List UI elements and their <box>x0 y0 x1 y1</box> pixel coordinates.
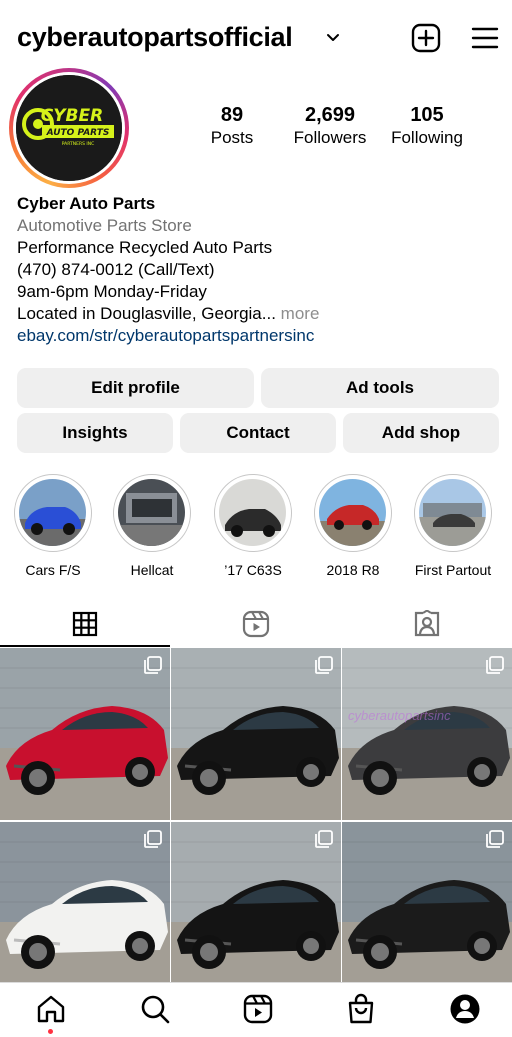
profile-bio: Cyber Auto Parts Automotive Parts Store … <box>17 193 497 347</box>
story-ring[interactable]: CYBER AUTO PARTS PARTNERS INC <box>9 68 129 188</box>
notification-dot <box>48 1029 53 1034</box>
tab-tagged[interactable] <box>342 600 512 647</box>
logo-text-main: CYBER <box>41 106 103 126</box>
tab-reels[interactable] <box>171 600 341 647</box>
carousel-icon <box>486 830 504 848</box>
stat-posts-value: 89 <box>220 104 244 126</box>
post-thumbnail[interactable] <box>171 648 341 820</box>
highlight-label: First Partout <box>414 562 492 578</box>
highlight-first-partout[interactable]: First Partout <box>403 474 503 578</box>
reels-icon[interactable] <box>242 993 274 1025</box>
highlight-thumbnail <box>319 479 386 546</box>
bio-line: Located in Douglasville, Georgia... <box>17 304 276 323</box>
stat-following-value: 105 <box>410 104 444 126</box>
highlight-thumbnail <box>419 479 486 546</box>
highlight-label: ’17 C63S <box>224 562 282 578</box>
stat-following-label: Following <box>391 128 463 147</box>
add-shop-button[interactable]: Add shop <box>343 413 499 453</box>
search-icon[interactable] <box>139 993 171 1025</box>
stat-followers[interactable]: 2,699 Followers <box>280 103 380 149</box>
bio-line: Performance Recycled Auto Parts <box>17 238 273 257</box>
watermark-text: cyberautopartsinc <box>348 708 451 723</box>
post-thumbnail[interactable] <box>0 648 170 820</box>
highlight-hellcat[interactable]: Hellcat <box>102 474 202 578</box>
contact-button[interactable]: Contact <box>180 413 336 453</box>
edit-profile-button[interactable]: Edit profile <box>17 368 254 408</box>
insights-button[interactable]: Insights <box>17 413 173 453</box>
post-thumbnail[interactable] <box>171 822 341 994</box>
highlight-thumbnail <box>118 479 185 546</box>
highlight-cars-fs[interactable]: Cars F/S <box>3 474 103 578</box>
highlight-label: 2018 R8 <box>326 562 380 578</box>
carousel-icon <box>144 830 162 848</box>
more-link[interactable]: more <box>281 304 320 323</box>
stat-following[interactable]: 105 Following <box>377 103 477 149</box>
carousel-icon <box>315 830 333 848</box>
avatar: CYBER AUTO PARTS PARTNERS INC <box>16 75 122 181</box>
carousel-icon <box>144 656 162 674</box>
bottom-navigation <box>0 982 512 1037</box>
logo-text-small: PARTNERS INC <box>62 141 95 147</box>
grid-icon <box>72 611 98 636</box>
active-tab-indicator <box>0 645 170 647</box>
shop-icon[interactable] <box>345 993 377 1025</box>
highlight-thumbnail <box>19 479 86 546</box>
tab-posts-grid[interactable] <box>0 600 170 647</box>
create-post-icon[interactable] <box>411 23 441 53</box>
profile-icon[interactable] <box>449 993 481 1025</box>
reels-icon <box>242 610 270 637</box>
account-username[interactable]: cyberautopartsofficial <box>17 22 293 53</box>
post-thumbnail[interactable]: cyberautopartsinc <box>342 648 512 820</box>
profile-link[interactable]: ebay.com/str/cyberautopartspartnersinc <box>17 325 497 347</box>
profile-name: Cyber Auto Parts <box>17 194 156 213</box>
carousel-icon <box>486 656 504 674</box>
tagged-icon <box>414 609 440 636</box>
highlight-c63s[interactable]: ’17 C63S <box>203 474 303 578</box>
home-icon[interactable] <box>35 993 67 1025</box>
menu-icon[interactable] <box>471 26 499 50</box>
stat-followers-label: Followers <box>293 128 367 147</box>
highlight-r8[interactable]: 2018 R8 <box>303 474 403 578</box>
chevron-down-icon[interactable] <box>325 30 341 46</box>
profile-tabs <box>0 600 512 647</box>
stat-followers-value: 2,699 <box>304 104 356 126</box>
bio-line: 9am-6pm Monday-Friday <box>17 282 207 301</box>
highlight-label: Hellcat <box>130 562 174 578</box>
stat-posts-label: Posts <box>210 128 254 147</box>
logo-text-sub: AUTO PARTS <box>46 128 110 138</box>
highlight-thumbnail <box>219 479 286 546</box>
post-thumbnail[interactable] <box>0 822 170 994</box>
ad-tools-button[interactable]: Ad tools <box>261 368 499 408</box>
highlight-label: Cars F/S <box>25 562 81 578</box>
post-thumbnail[interactable] <box>342 822 512 994</box>
bio-line: (470) 874-0012 (Call/Text) <box>17 260 215 279</box>
carousel-icon <box>315 656 333 674</box>
stat-posts[interactable]: 89 Posts <box>182 103 282 149</box>
brand-logo-icon: CYBER AUTO PARTS PARTNERS INC <box>16 75 122 181</box>
profile-category[interactable]: Automotive Parts Store <box>17 215 497 237</box>
